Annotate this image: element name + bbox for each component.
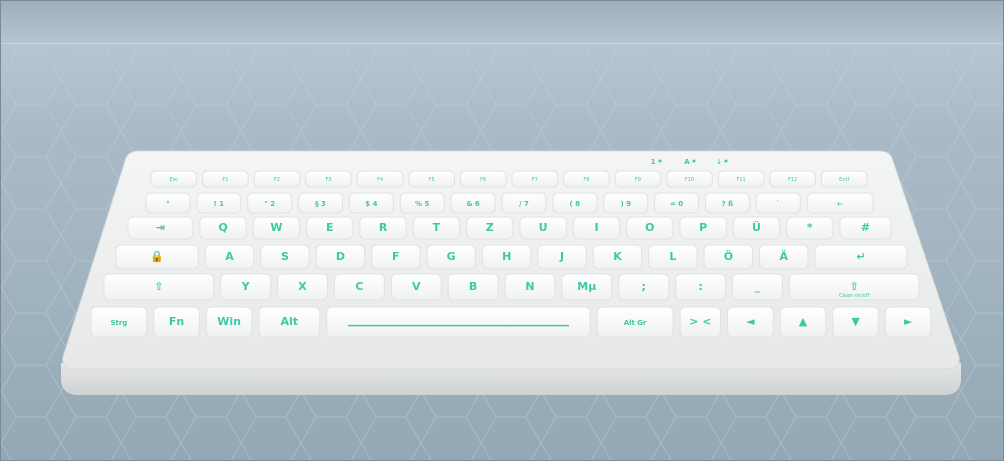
key-legend: Esc xyxy=(170,177,179,183)
key-legend: T xyxy=(433,221,441,234)
key-legend: F1 xyxy=(222,177,228,183)
key-legend: > < xyxy=(689,315,711,328)
key-legend: F6 xyxy=(480,177,486,183)
key-legend: ` xyxy=(777,200,781,208)
key-legend: F10 xyxy=(685,177,694,183)
key-legend: ← xyxy=(837,200,843,208)
key-legend: S xyxy=(281,250,289,263)
key-legend: F11 xyxy=(736,177,745,183)
key-legend: ↵ xyxy=(856,250,865,263)
key-legend: ▲ xyxy=(799,315,808,328)
key-legend: Entf xyxy=(839,177,849,183)
key-legend: F8 xyxy=(583,177,589,183)
key-5-4[interactable] xyxy=(326,306,591,338)
indicator-0: 1 xyxy=(651,158,656,166)
key-legend: _ xyxy=(755,280,761,293)
key-legend: U xyxy=(539,221,548,234)
key-legend: Win xyxy=(217,315,241,328)
key-legend: ⇧ xyxy=(154,280,163,293)
key-legend: Mµ xyxy=(577,280,596,293)
key-legend: F5 xyxy=(429,177,435,183)
key-legend: F2 xyxy=(274,177,280,183)
key-legend: A xyxy=(225,250,234,263)
key-legend: # xyxy=(861,221,870,234)
key-legend: § 3 xyxy=(315,200,326,208)
key-legend: Alt Gr xyxy=(624,319,647,327)
key-legend: G xyxy=(447,250,456,263)
key-legend: Ü xyxy=(752,220,761,234)
key-legend: K xyxy=(613,250,622,263)
indicator-led xyxy=(724,159,728,163)
key-legend: = 0 xyxy=(670,200,683,208)
key-legend: $ 4 xyxy=(365,200,377,208)
key-legend: ) 9 xyxy=(620,200,631,208)
key-legend: H xyxy=(502,250,511,263)
key-legend: : xyxy=(698,280,702,293)
indicator-2: ↓ xyxy=(716,158,722,166)
key-legend: B xyxy=(469,280,477,293)
key-legend: 🔒 xyxy=(150,250,164,263)
key-legend: & 6 xyxy=(466,200,480,208)
product-photo: Esc F1 F2 F3 F4 F5 F6 F7 F8 F9 F10 F11 F12 Entf °! 1 " … xyxy=(0,0,1004,461)
key-legend: ; xyxy=(641,280,645,293)
key-legend: F xyxy=(392,250,400,263)
key-legend: * xyxy=(807,221,813,234)
key-legend: Y xyxy=(241,280,251,293)
key-legend: Strg xyxy=(110,319,127,327)
key-legend: ? ß xyxy=(722,200,734,208)
key-legend: D xyxy=(336,250,345,263)
key-legend: R xyxy=(379,221,388,234)
key-legend: W xyxy=(270,221,282,234)
key-legend: C xyxy=(355,280,363,293)
key-legend: ▼ xyxy=(851,315,860,328)
key-legend: J xyxy=(559,250,564,263)
key-legend: N xyxy=(525,280,534,293)
key-legend: F12 xyxy=(788,177,797,183)
key-legend: " 2 xyxy=(264,200,275,208)
key-legend: Q xyxy=(218,221,227,234)
key-legend: ! 1 xyxy=(214,200,225,208)
key-legend: E xyxy=(326,221,334,234)
key-legend: F9 xyxy=(635,177,641,183)
key-legend: ⇥ xyxy=(156,221,165,234)
indicator-led xyxy=(658,159,662,163)
key-legend: ⇧ xyxy=(850,280,859,293)
key-legend: L xyxy=(669,250,676,263)
key-legend: P xyxy=(699,221,707,234)
key-legend: ► xyxy=(904,315,913,328)
indicator-led xyxy=(692,159,696,163)
clean-on-off-label: Clean on/off xyxy=(839,293,870,299)
keyboard: Esc F1 F2 F3 F4 F5 F6 F7 F8 F9 F10 F11 F12 Entf°! 1 " … xyxy=(61,150,961,395)
key-legend: / 7 xyxy=(519,200,529,208)
key-legend: ° xyxy=(166,200,170,208)
key-legend: ◄ xyxy=(746,315,755,328)
key-legend: % 5 xyxy=(415,200,429,208)
indicator-1: A xyxy=(684,158,690,166)
key-legend: Ö xyxy=(724,249,733,263)
key-legend: ( 8 xyxy=(570,200,581,208)
key-legend: O xyxy=(645,221,654,234)
key-legend: V xyxy=(412,280,421,293)
key-legend: Ä xyxy=(780,249,789,263)
key-legend: F3 xyxy=(325,177,331,183)
key-legend: Z xyxy=(486,221,494,234)
key-legend: X xyxy=(298,280,307,293)
key-legend: Fn xyxy=(169,315,184,328)
key-legend: F7 xyxy=(532,177,538,183)
key-legend: I xyxy=(594,221,598,234)
key-legend: Alt xyxy=(281,315,299,328)
key-legend: F4 xyxy=(377,177,383,183)
